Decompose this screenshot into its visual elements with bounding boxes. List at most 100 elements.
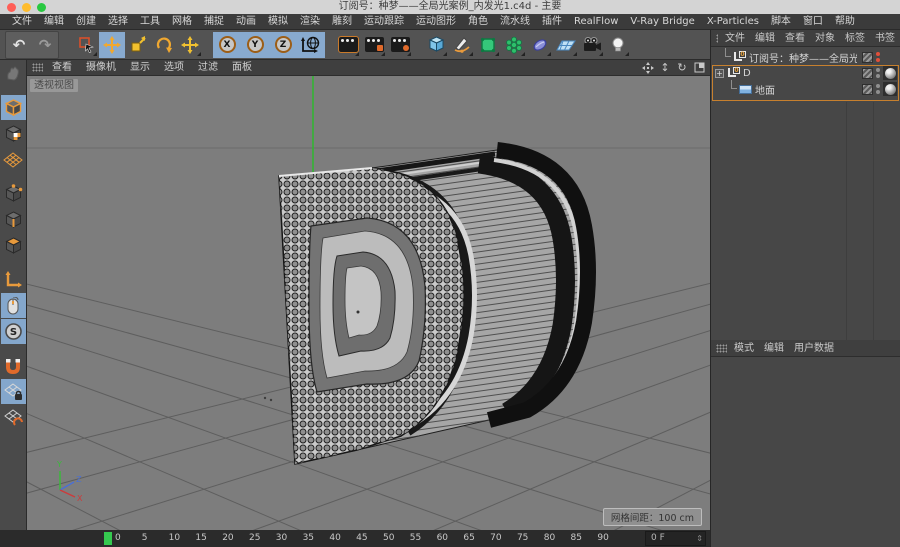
menu-item[interactable]: V-Ray Bridge xyxy=(624,14,700,30)
object-manager-menu-item[interactable]: 查看 xyxy=(780,30,810,47)
object-manager-menu-item[interactable]: 标签 xyxy=(840,30,870,47)
menu-item[interactable]: 流水线 xyxy=(494,14,536,30)
material-tag-icon[interactable] xyxy=(883,82,897,96)
viewport-zoom-icon[interactable]: ↕ xyxy=(658,61,672,75)
object-row-d[interactable]: + 0 D xyxy=(711,65,900,81)
sculpt-mode-button[interactable] xyxy=(1,61,26,86)
panel-grip-icon[interactable] xyxy=(716,33,718,43)
object-row-null[interactable]: 0 订阅号：种梦——全局光案例 xyxy=(711,48,900,65)
edges-mode-button[interactable] xyxy=(1,207,26,232)
snap-settings-button[interactable]: S xyxy=(0,319,26,344)
menu-item[interactable]: 文件 xyxy=(6,14,38,30)
object-name[interactable]: 订阅号：种梦——全局光案例 xyxy=(749,50,857,65)
menu-item[interactable]: 运动跟踪 xyxy=(358,14,410,30)
visibility-dots-icon[interactable] xyxy=(876,84,880,94)
viewport-maximize-icon[interactable] xyxy=(692,61,706,75)
viewport-canvas[interactable]: Y Z X xyxy=(27,76,710,530)
attribute-manager-menu-item[interactable]: 模式 xyxy=(729,340,759,357)
current-frame-field[interactable]: 0 F ⇕ xyxy=(645,531,706,546)
add-light-button[interactable] xyxy=(605,32,631,58)
panel-grip-icon[interactable] xyxy=(32,63,43,72)
menu-item[interactable]: 插件 xyxy=(536,14,568,30)
object-manager-menu-item[interactable]: 书签 xyxy=(870,30,900,47)
menu-item[interactable]: 网格 xyxy=(166,14,198,30)
menu-item[interactable]: 创建 xyxy=(70,14,102,30)
menu-item[interactable]: 脚本 xyxy=(765,14,797,30)
menu-item[interactable]: X-Particles xyxy=(701,14,765,30)
panel-grip-icon[interactable] xyxy=(716,343,727,353)
z-axis-lock-button[interactable]: Z xyxy=(269,31,297,58)
texture-mode-button[interactable] xyxy=(1,121,26,146)
points-mode-button[interactable] xyxy=(1,181,26,206)
object-manager-menu-item[interactable]: 对象 xyxy=(810,30,840,47)
attribute-manager-menu-item[interactable]: 编辑 xyxy=(759,340,789,357)
viewport-pan-icon[interactable] xyxy=(641,61,655,75)
viewport-menu-item[interactable]: 面板 xyxy=(225,60,259,76)
menu-item[interactable]: 编辑 xyxy=(38,14,70,30)
object-name[interactable]: 地面 xyxy=(755,82,775,97)
last-tool-button[interactable] xyxy=(177,32,203,58)
render-settings-button[interactable] xyxy=(387,32,413,58)
model-mode-button[interactable] xyxy=(0,95,26,120)
menu-item[interactable]: 模拟 xyxy=(262,14,294,30)
menu-item[interactable]: 角色 xyxy=(462,14,494,30)
object-name[interactable]: D xyxy=(743,68,751,79)
menu-item[interactable]: 选择 xyxy=(102,14,134,30)
lock-workplane-button[interactable] xyxy=(0,379,26,404)
redo-button[interactable]: ↷ xyxy=(32,32,58,58)
rotate-tool-button[interactable] xyxy=(151,32,177,58)
add-spline-button[interactable] xyxy=(449,32,475,58)
layer-toggle-icon[interactable] xyxy=(862,83,873,95)
viewport-solo-button[interactable] xyxy=(0,293,26,318)
menu-item[interactable]: 渲染 xyxy=(294,14,326,30)
enable-snap-button[interactable] xyxy=(1,353,26,378)
visibility-dots-icon[interactable] xyxy=(876,68,880,78)
attribute-manager-menu-item[interactable]: 用户数据 xyxy=(789,340,839,357)
x-axis-lock-button[interactable]: X xyxy=(213,31,241,58)
add-primitive-button[interactable] xyxy=(423,32,449,58)
add-subdivision-surface-button[interactable] xyxy=(475,32,501,58)
viewport-menu-item[interactable]: 过滤 xyxy=(191,60,225,76)
polygons-mode-button[interactable] xyxy=(1,233,26,258)
move-tool-button[interactable] xyxy=(99,31,125,58)
render-to-picture-viewer-button[interactable] xyxy=(361,32,387,58)
menu-item[interactable]: 窗口 xyxy=(797,14,829,30)
visibility-dots-icon[interactable] xyxy=(876,52,880,62)
expand-icon[interactable]: + xyxy=(715,68,724,78)
scale-tool-button[interactable] xyxy=(125,32,151,58)
layer-toggle-icon[interactable] xyxy=(862,51,873,63)
add-environment-button[interactable] xyxy=(553,32,579,58)
viewport-menu-item[interactable]: 选项 xyxy=(157,60,191,76)
viewport-menu-item[interactable]: 查看 xyxy=(45,60,79,76)
frame-stepper-icon[interactable]: ⇕ xyxy=(696,533,703,544)
menu-item[interactable]: RealFlow xyxy=(568,14,624,30)
menu-item[interactable]: 雕刻 xyxy=(326,14,358,30)
undo-button[interactable]: ↶ xyxy=(6,32,32,58)
letter-d-model[interactable] xyxy=(278,142,596,465)
y-axis-lock-button[interactable]: Y xyxy=(241,31,269,58)
layer-toggle-icon[interactable] xyxy=(862,67,873,79)
current-frame-marker[interactable] xyxy=(104,532,112,545)
add-field-button[interactable] xyxy=(527,32,553,58)
coordinate-system-button[interactable] xyxy=(297,31,325,58)
add-deformer-button[interactable] xyxy=(501,32,527,58)
timeline[interactable]: 0 5 10 15 20 25 30 35 40 45 50 55 60 65 70 75 80 85 90 0 F… xyxy=(0,530,710,547)
render-view-button[interactable] xyxy=(335,32,361,58)
menu-item[interactable]: 捕捉 xyxy=(198,14,230,30)
viewport[interactable]: 查看 摄像机 显示 选项 过滤 面板 ↕ ↻ Y Z X 透视视图 网格间距：1… xyxy=(27,60,710,530)
enable-axis-button[interactable] xyxy=(1,267,26,292)
object-manager-menu-item[interactable]: 文件 xyxy=(720,30,750,47)
menu-item[interactable]: 动画 xyxy=(230,14,262,30)
object-row-floor[interactable]: 地面 xyxy=(711,80,900,97)
menu-item[interactable]: 工具 xyxy=(134,14,166,30)
object-manager-menu-item[interactable]: 编辑 xyxy=(750,30,780,47)
live-selection-button[interactable] xyxy=(73,32,99,58)
timeline-ruler[interactable]: 0 5 10 15 20 25 30 35 40 45 50 55 60 65 70 75 80 85 90 xyxy=(115,530,624,547)
quantize-workplane-button[interactable] xyxy=(1,405,26,430)
viewport-menu-item[interactable]: 摄像机 xyxy=(79,60,123,76)
menu-item[interactable]: 运动图形 xyxy=(410,14,462,30)
add-camera-button[interactable] xyxy=(579,32,605,58)
viewport-rotate-icon[interactable]: ↻ xyxy=(675,61,689,75)
workplane-mode-button[interactable] xyxy=(1,147,26,172)
viewport-menu-item[interactable]: 显示 xyxy=(123,60,157,76)
